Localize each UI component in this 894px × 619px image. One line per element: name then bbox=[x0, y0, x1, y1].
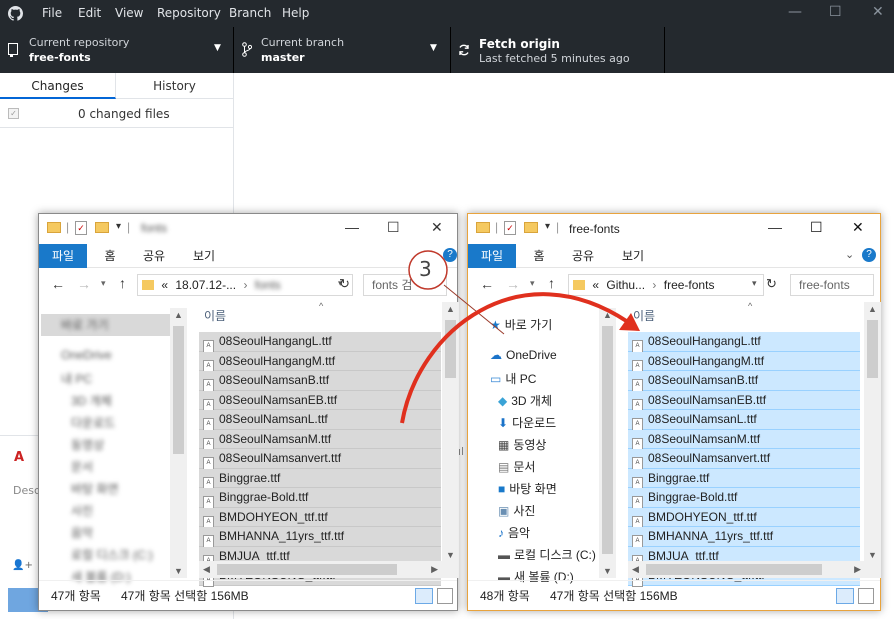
arrow-head-icon bbox=[619, 313, 640, 331]
annotation-overlay bbox=[400, 250, 640, 424]
step-number: 3 bbox=[419, 257, 432, 281]
callout-leader-line bbox=[443, 284, 505, 335]
drag-arrow bbox=[400, 292, 630, 424]
